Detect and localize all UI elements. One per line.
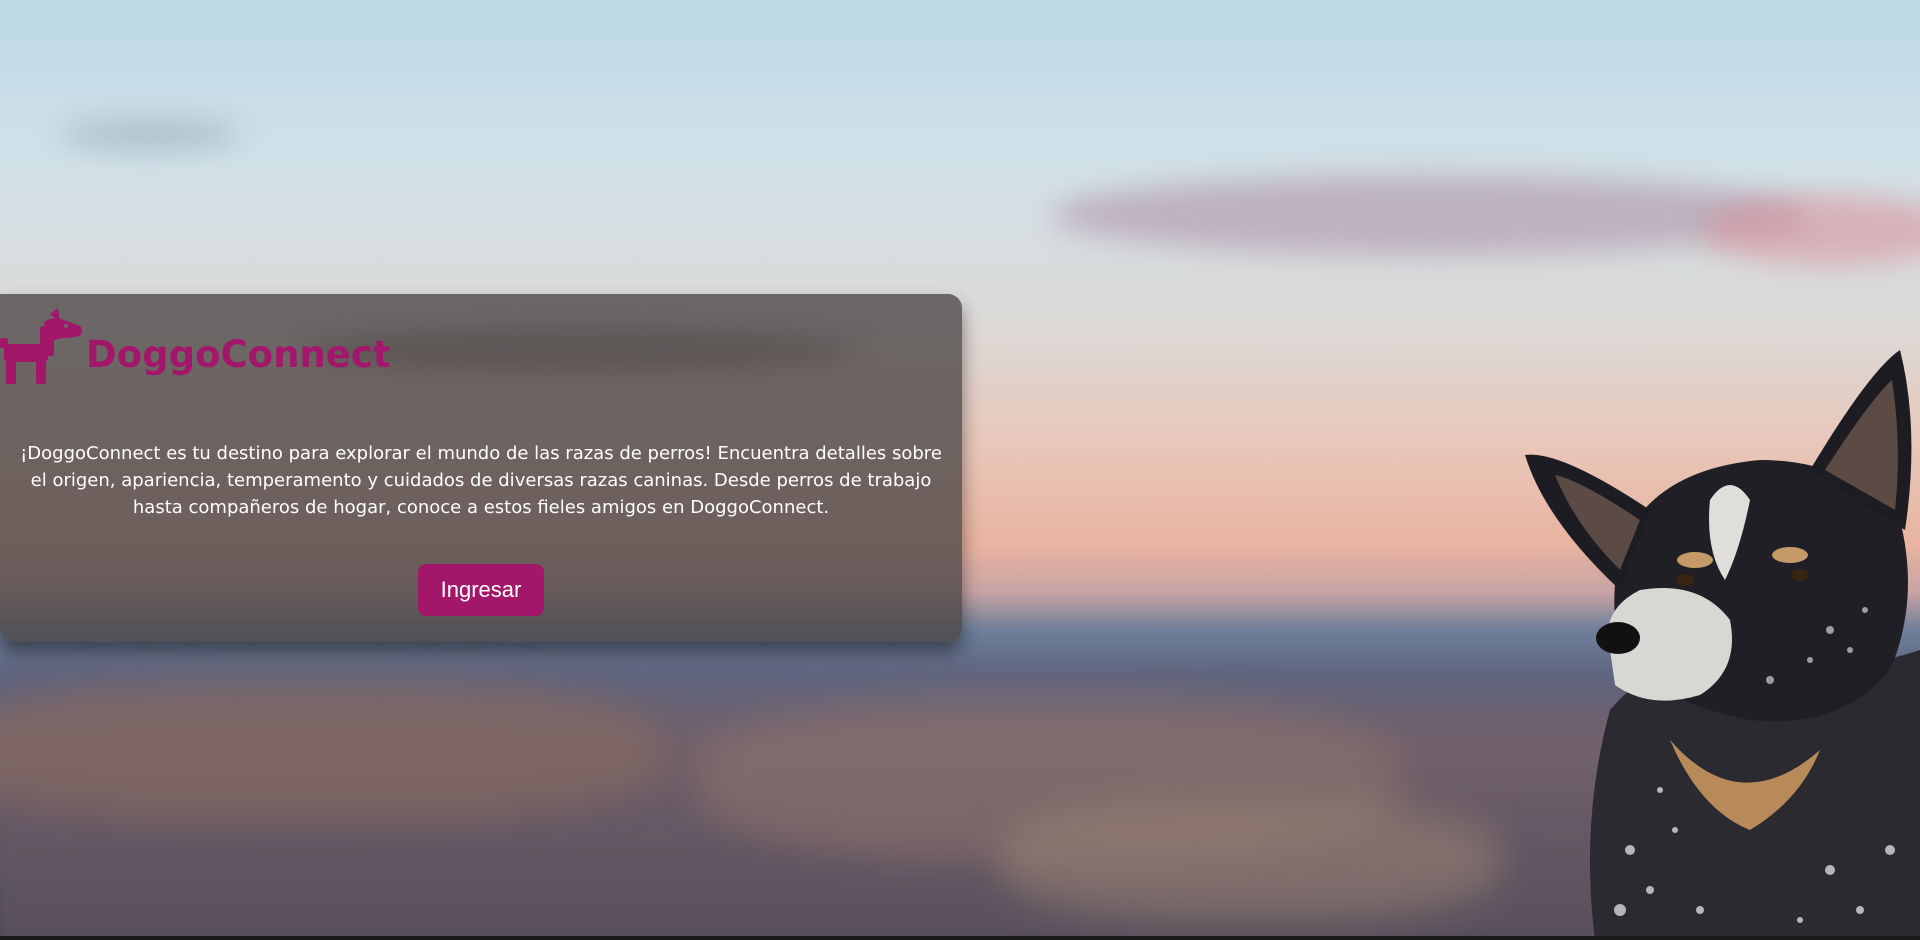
intro-card: DoggoConnect ¡DoggoConnect es tu destino…	[0, 294, 962, 642]
brand-logo[interactable]: DoggoConnect	[0, 308, 391, 388]
enter-button[interactable]: Ingresar	[418, 564, 544, 616]
cloud	[60, 120, 240, 150]
intro-description: ¡DoggoConnect es tu destino para explora…	[20, 443, 942, 518]
hill-band	[0, 680, 660, 820]
landing-page: DoggoConnect ¡DoggoConnect es tu destino…	[0, 0, 1920, 940]
hill-band	[1000, 800, 1500, 920]
bottom-bar	[0, 936, 1920, 940]
dog-icon	[0, 308, 82, 384]
dog-photo	[1525, 350, 1920, 940]
brand-name: DoggoConnect	[86, 332, 391, 376]
cloud	[1700, 195, 1920, 265]
cloud	[1050, 175, 1810, 255]
